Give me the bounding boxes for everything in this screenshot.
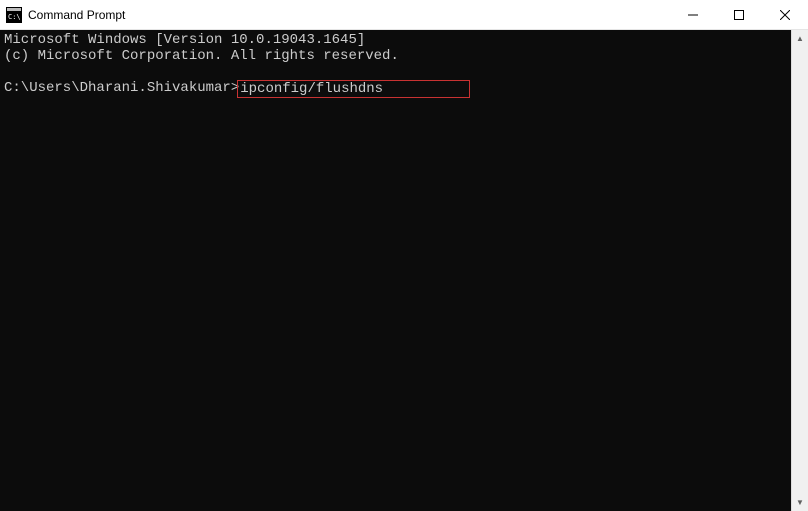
typed-command: ipconfig/flushdns xyxy=(240,81,383,97)
content-area: Microsoft Windows [Version 10.0.19043.16… xyxy=(0,30,808,511)
command-prompt-window: C:\ Command Prompt Microsoft Windows [Ve… xyxy=(0,0,808,511)
terminal-output[interactable]: Microsoft Windows [Version 10.0.19043.16… xyxy=(0,30,791,511)
window-title: Command Prompt xyxy=(28,8,670,22)
command-highlight: ipconfig/flushdns xyxy=(237,80,470,98)
scroll-up-arrow-icon[interactable]: ▲ xyxy=(792,30,808,47)
scroll-down-arrow-icon[interactable]: ▼ xyxy=(792,494,808,511)
prompt-path: C:\Users\Dharani.Shivakumar> xyxy=(4,80,239,98)
window-controls xyxy=(670,0,808,29)
close-button[interactable] xyxy=(762,0,808,29)
minimize-button[interactable] xyxy=(670,0,716,29)
svg-text:C:\: C:\ xyxy=(8,13,21,21)
cmd-icon: C:\ xyxy=(6,7,22,23)
maximize-button[interactable] xyxy=(716,0,762,29)
titlebar[interactable]: C:\ Command Prompt xyxy=(0,0,808,30)
vertical-scrollbar[interactable]: ▲ ▼ xyxy=(791,30,808,511)
copyright-line: (c) Microsoft Corporation. All rights re… xyxy=(4,48,399,64)
version-line: Microsoft Windows [Version 10.0.19043.16… xyxy=(4,32,365,48)
